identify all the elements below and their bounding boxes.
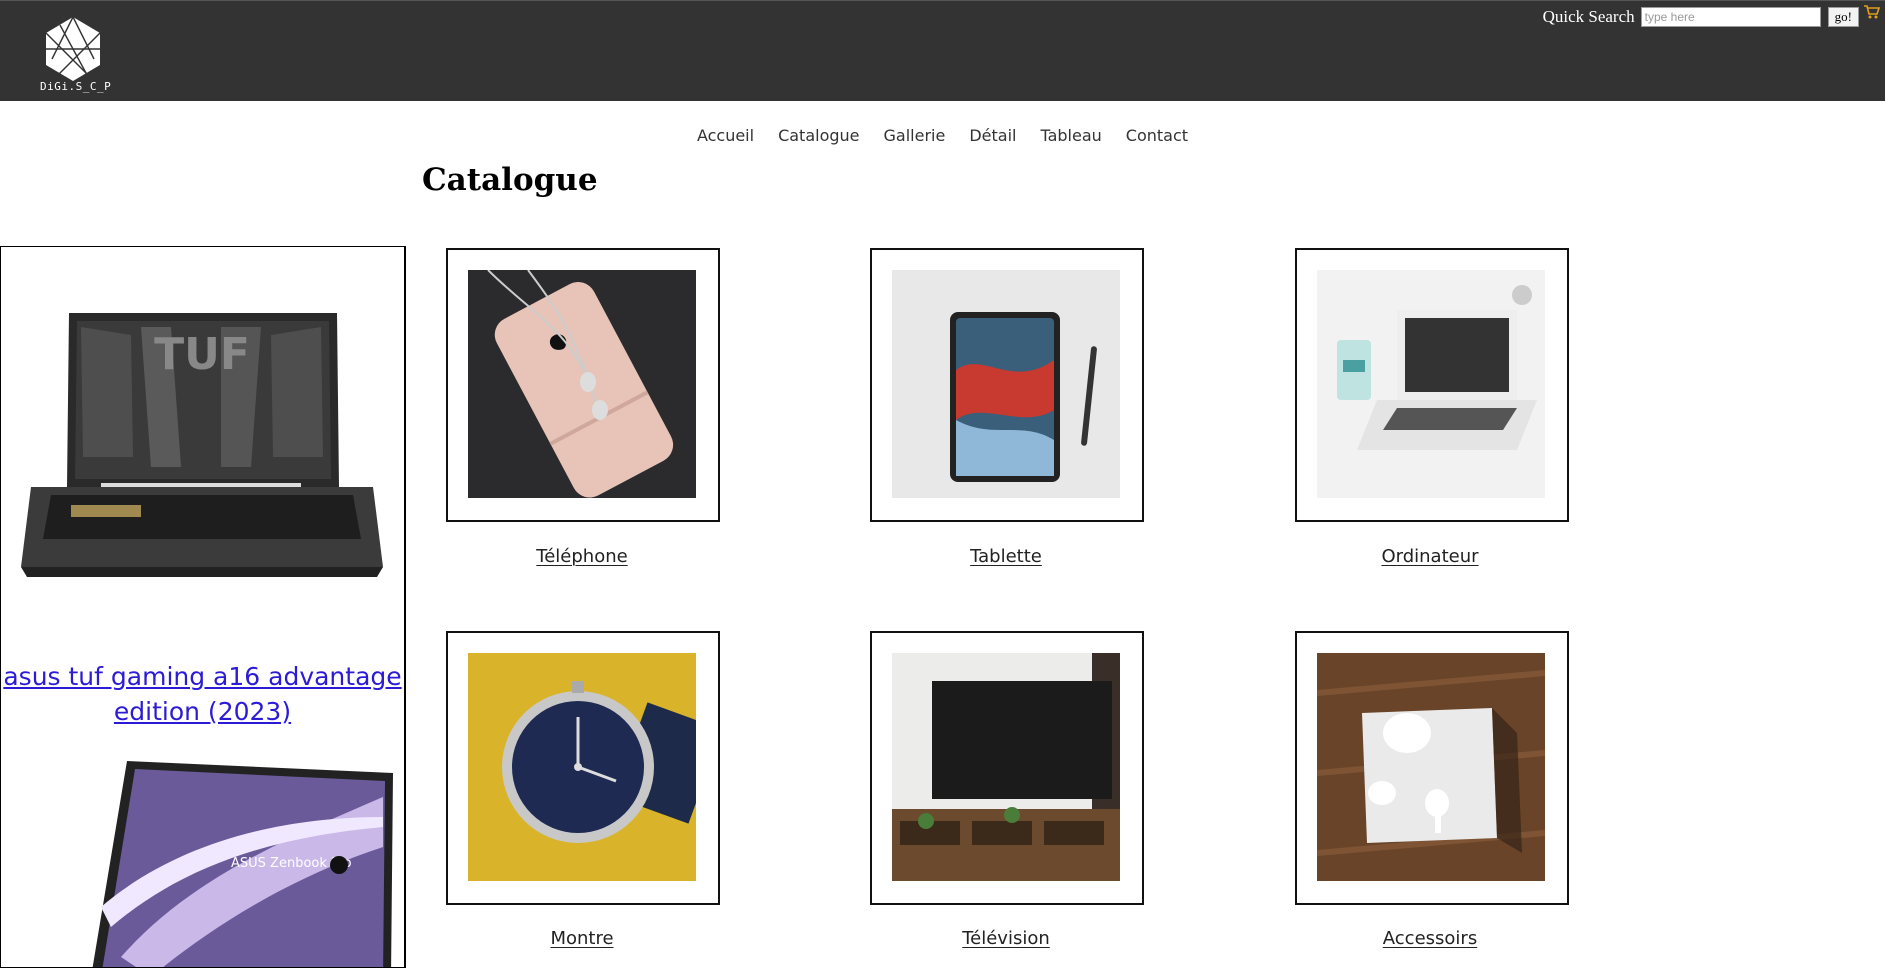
search-go-button[interactable]: go!: [1827, 7, 1859, 27]
tablet-image: [892, 270, 1120, 498]
category-card-montre[interactable]: [446, 631, 720, 905]
category-label-television[interactable]: Télévision: [856, 928, 1156, 949]
category-label-ordinateur[interactable]: Ordinateur: [1280, 546, 1580, 567]
earbuds-image: [1317, 653, 1545, 881]
category-label-telephone[interactable]: Téléphone: [432, 546, 732, 567]
quick-search-label: Quick Search: [1542, 7, 1635, 26]
cart-icon[interactable]: [1863, 3, 1881, 21]
top-bar: DiGi.S_C_P Quick Search go!: [0, 0, 1885, 101]
category-card-television[interactable]: [870, 631, 1144, 905]
phone-image: [468, 270, 696, 498]
category-card-tablette[interactable]: [870, 248, 1144, 522]
category-label-montre[interactable]: Montre: [432, 928, 732, 949]
nav-detail[interactable]: Détail: [969, 126, 1016, 145]
nav-contact[interactable]: Contact: [1126, 126, 1188, 145]
main-nav: Accueil Catalogue Gallerie Détail Tablea…: [0, 126, 1885, 145]
category-card-ordinateur[interactable]: [1295, 248, 1569, 522]
logo-text: DiGi.S_C_P: [40, 80, 112, 93]
laptop-image-2[interactable]: ASUS Zenbook Pro: [91, 757, 401, 968]
nav-accueil[interactable]: Accueil: [697, 126, 754, 145]
category-card-telephone[interactable]: [446, 248, 720, 522]
svg-text:TUF: TUF: [154, 329, 250, 380]
watch-image: [468, 653, 696, 881]
nav-gallerie[interactable]: Gallerie: [884, 126, 946, 145]
laptop-image[interactable]: TUF: [21, 307, 383, 577]
category-label-tablette[interactable]: Tablette: [856, 546, 1156, 567]
category-label-accessoirs[interactable]: Accessoirs: [1280, 928, 1580, 949]
featured-product-link[interactable]: asus tuf gaming a16 advantage edition (2…: [1, 659, 404, 729]
category-card-accessoirs[interactable]: [1295, 631, 1569, 905]
nav-tableau[interactable]: Tableau: [1040, 126, 1101, 145]
page-title: Catalogue: [422, 162, 598, 198]
featured-sidebar: TUF asus tuf gaming a16 advantage editio…: [0, 246, 406, 968]
quick-search: Quick Search go!: [1543, 7, 1859, 27]
laptop-category-image: [1317, 270, 1545, 498]
search-input[interactable]: [1640, 7, 1821, 27]
nav-catalogue[interactable]: Catalogue: [778, 126, 859, 145]
television-image: [892, 653, 1120, 881]
